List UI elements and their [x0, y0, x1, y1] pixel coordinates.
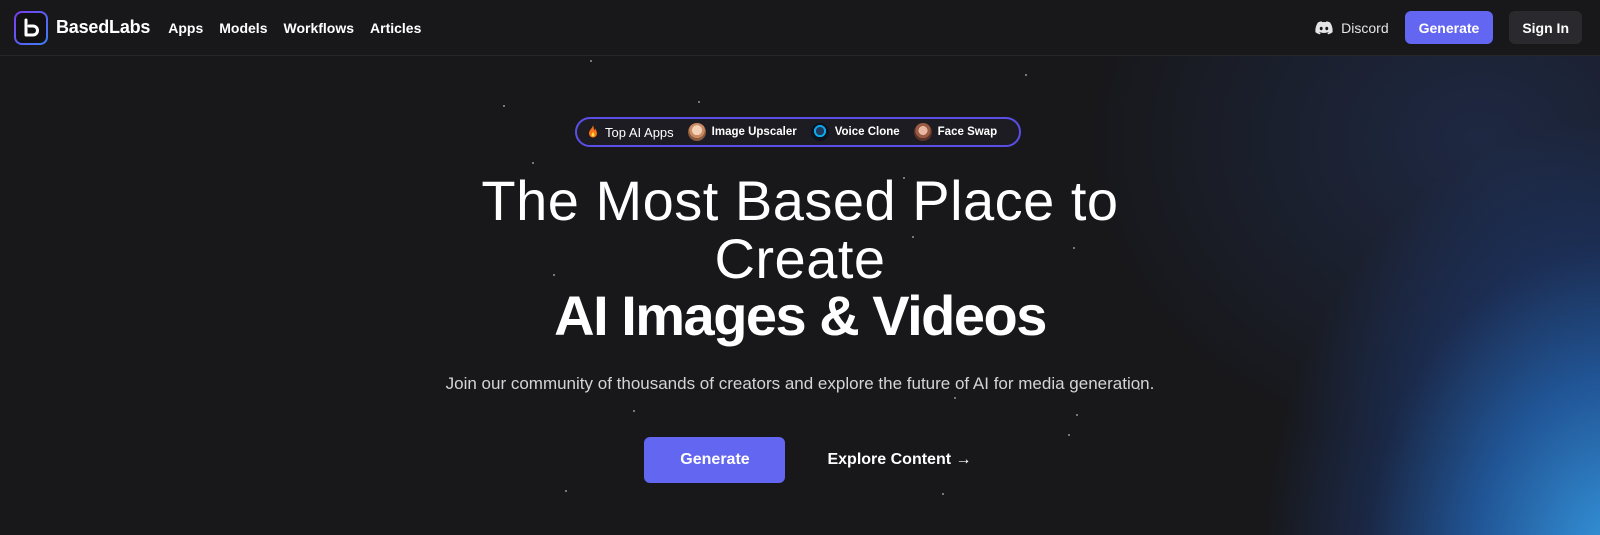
top-navbar: BasedLabs Apps Models Workflows Articles…: [0, 0, 1600, 56]
background-star: [590, 60, 592, 62]
nav-item-workflows[interactable]: Workflows: [283, 20, 354, 36]
app-link-face-swap[interactable]: Face Swap: [913, 123, 998, 141]
app-link-image-upscaler[interactable]: Image Upscaler: [687, 123, 797, 141]
headline-line-3: AI Images & Videos: [554, 284, 1047, 347]
brand-logo[interactable]: BasedLabs: [14, 10, 158, 45]
hero-subtitle: Join our community of thousands of creat…: [445, 374, 1155, 393]
headline-line-2: Create: [714, 227, 886, 290]
discord-label: Discord: [1341, 19, 1389, 36]
background-star: [942, 493, 944, 495]
voice-clone-thumbnail-icon: [810, 123, 829, 141]
top-apps-label: Top AI Apps: [605, 124, 674, 140]
discord-icon: [1315, 20, 1333, 34]
background-star: [503, 105, 505, 107]
background-star: [954, 397, 956, 399]
background-star: [565, 490, 567, 492]
hero-generate-button[interactable]: Generate: [644, 437, 786, 483]
headline-line-1: The Most Based Place to: [481, 169, 1119, 232]
app-link-voice-clone[interactable]: Voice Clone: [810, 123, 900, 141]
explore-content-link[interactable]: Explore Content →: [827, 451, 971, 469]
hero-cta-row: Generate Explore Content →: [0, 437, 1600, 483]
app-label-image-upscaler: Image Upscaler: [711, 126, 797, 138]
top-apps-pill: Top AI Apps Image Upscaler Voice Clone F…: [575, 117, 1021, 147]
nav-item-models[interactable]: Models: [219, 20, 267, 36]
main-nav: Apps Models Workflows Articles: [168, 20, 421, 36]
background-star: [1025, 74, 1027, 76]
header-actions: Discord Generate Sign In: [1315, 11, 1586, 44]
background-star: [1068, 434, 1070, 436]
image-upscaler-thumbnail-icon: [687, 123, 706, 141]
header-generate-button[interactable]: Generate: [1404, 11, 1494, 44]
nav-item-apps[interactable]: Apps: [168, 20, 203, 36]
sign-in-button[interactable]: Sign In: [1509, 11, 1582, 44]
hero-headline: The Most Based Place to Create AI Images…: [0, 172, 1600, 346]
basedlabs-logo-icon: [14, 10, 48, 45]
app-label-voice-clone: Voice Clone: [834, 126, 900, 138]
top-apps-title: Top AI Apps: [587, 125, 674, 140]
background-star: [633, 410, 635, 412]
background-star: [532, 162, 534, 164]
background-star: [1076, 414, 1078, 416]
nav-item-articles[interactable]: Articles: [370, 20, 421, 36]
discord-link[interactable]: Discord: [1315, 19, 1389, 36]
background-star: [698, 101, 700, 103]
fire-icon: [589, 125, 597, 138]
app-label-face-swap: Face Swap: [937, 126, 998, 138]
face-swap-thumbnail-icon: [913, 123, 932, 141]
brand-name: BasedLabs: [56, 17, 151, 37]
